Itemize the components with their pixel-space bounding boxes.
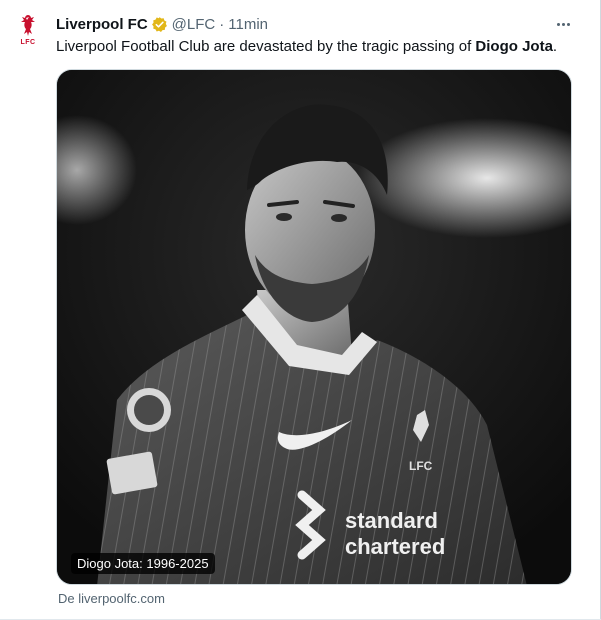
- player-photo: LFC standard chartered: [57, 70, 571, 584]
- media-caption: Diogo Jota: 1996-2025: [71, 553, 215, 574]
- svg-text:standard: standard: [345, 508, 438, 533]
- avatar-label: LFC: [20, 39, 36, 46]
- author-name[interactable]: Liverpool FC: [56, 16, 148, 33]
- avatar[interactable]: LFC: [12, 14, 44, 50]
- tweet-timestamp[interactable]: 11min: [228, 16, 268, 33]
- more-options-icon[interactable]: [553, 14, 573, 34]
- svg-text:LFC: LFC: [409, 459, 433, 473]
- separator-dot: ·: [219, 15, 225, 33]
- tweet-text-prefix: Liverpool Football Club are devastated b…: [56, 38, 476, 55]
- tweet-text: Liverpool Football Club are devastated b…: [56, 37, 557, 57]
- more-dot: [556, 22, 560, 26]
- svg-text:chartered: chartered: [345, 534, 445, 559]
- more-dot: [561, 22, 565, 26]
- author-handle[interactable]: @LFC: [172, 16, 216, 33]
- link-source[interactable]: De liverpoolfc.com: [58, 591, 165, 606]
- verified-badge-icon[interactable]: [151, 16, 168, 33]
- tweet-header: Liverpool FC @LFC · 11min: [56, 14, 268, 34]
- tweet-text-name: Diogo Jota: [475, 38, 553, 55]
- more-dot: [566, 22, 570, 26]
- liverbird-crest-icon: [21, 15, 35, 36]
- tweet-media-photo[interactable]: LFC standard chartered Diogo Jota: 1996-…: [56, 69, 572, 585]
- tweet-text-suffix: .: [552, 38, 558, 55]
